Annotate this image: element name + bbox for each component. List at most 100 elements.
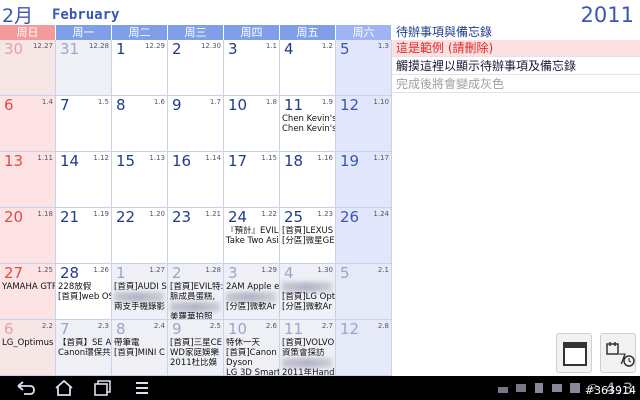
day-cell[interactable]: 25 1.23 [首頁]LEXUS [分區]微星GE: [280, 208, 336, 264]
day-cell[interactable]: 27 1.25 YAMAHA GTR: [0, 264, 56, 320]
day-number: 7: [60, 320, 70, 338]
event-entry[interactable]: LG 3D Smart: [226, 368, 279, 375]
event-entry[interactable]: [分區]微軟Ar: [226, 302, 279, 312]
todo-item[interactable]: 完成後將會變成灰色: [392, 76, 640, 93]
event-entry[interactable]: 兩支手機錄影: [114, 302, 167, 312]
add-todo-button[interactable]: 7: [600, 333, 636, 373]
menu-button[interactable]: [130, 378, 154, 398]
day-cell[interactable]: 14 1.12: [56, 152, 112, 208]
day-cell[interactable]: 4 1.2: [280, 40, 336, 96]
event-entry[interactable]: 特休一天: [226, 338, 279, 348]
year-label[interactable]: 2011: [581, 3, 634, 27]
recent-apps-button[interactable]: [90, 378, 114, 398]
event-entry[interactable]: 脈成員蛋糕,: [170, 292, 223, 302]
month-label[interactable]: 2月: [2, 1, 33, 28]
event-entry[interactable]: WD家庭娛樂: [170, 348, 223, 358]
day-cell[interactable]: 7 2.3 【首頁】SE A Canon環保共: [56, 320, 112, 376]
day-cell[interactable]: 2 12.30: [168, 40, 224, 96]
day-cell[interactable]: 22 1.20: [112, 208, 168, 264]
view-toggle-button[interactable]: [556, 333, 592, 373]
back-button[interactable]: [14, 378, 38, 398]
day-cell[interactable]: 5 2.1: [336, 264, 392, 320]
lunar-date: 1.13: [149, 154, 165, 162]
day-cell[interactable]: 6 2.2 LG_Optimus: [0, 320, 56, 376]
event-entry[interactable]: YAMAHA GTR: [2, 282, 55, 292]
day-cell[interactable]: 21 1.19: [56, 208, 112, 264]
day-number: 5: [340, 40, 350, 58]
day-cell[interactable]: 11 1.9 Chen Kevin's Chen Kevin's: [280, 96, 336, 152]
lunar-date: 1.2: [321, 42, 333, 50]
event-entry[interactable]: 『預計』EVIL: [226, 226, 279, 236]
day-cell[interactable]: 26 1.24: [336, 208, 392, 264]
day-cell[interactable]: 18 1.16: [280, 152, 336, 208]
day-cell[interactable]: 5 1.3: [336, 40, 392, 96]
day-number: 4: [284, 264, 294, 282]
event-entry[interactable]: 帶筆電: [114, 338, 167, 348]
event-entry[interactable]: Dyson: [226, 358, 279, 368]
event-entry[interactable]: [分區]微軟Ar: [282, 302, 335, 312]
day-cell[interactable]: 17 1.15: [224, 152, 280, 208]
day-cell[interactable]: 3 1.1: [224, 40, 280, 96]
event-entry[interactable]: 【首頁】SE A: [58, 338, 111, 348]
event-entry[interactable]: Take Two Asi: [226, 236, 279, 246]
day-cell[interactable]: 8 1.6: [112, 96, 168, 152]
todo-item[interactable]: 這是範例 (請刪除): [392, 40, 640, 57]
day-cell[interactable]: 1 12.29: [112, 40, 168, 96]
day-cell[interactable]: 23 1.21: [168, 208, 224, 264]
weekday-header-0: 周日: [0, 25, 56, 40]
event-entry[interactable]: Canon環保共: [58, 348, 111, 358]
day-cell[interactable]: 12 1.10: [336, 96, 392, 152]
day-cell[interactable]: 6 1.4: [0, 96, 56, 152]
day-cell[interactable]: 15 1.13: [112, 152, 168, 208]
day-cell[interactable]: 12 2.8: [336, 320, 392, 376]
day-cell[interactable]: 2 1.28 [首頁]EVIL特: 脈成員蛋糕, 美羅華拍照: [168, 264, 224, 320]
event-entry[interactable]: [分區]微星GE: [282, 236, 335, 246]
day-cell[interactable]: 16 1.14: [168, 152, 224, 208]
day-cell[interactable]: 1 1.27 [首頁]AUDI S 兩支手機錄影: [112, 264, 168, 320]
event-entry[interactable]: 2011杜比娛: [170, 358, 223, 368]
day-cell[interactable]: 11 2.7 [首頁]VOLVO 資策會採訪 2011年Hand: [280, 320, 336, 376]
event-entry[interactable]: [首頁]MINI C: [114, 348, 167, 358]
event-entry[interactable]: Chen Kevin's: [282, 124, 335, 134]
day-cell[interactable]: 9 1.7: [168, 96, 224, 152]
recent-apps-icon: [94, 380, 111, 396]
event-entry[interactable]: Chen Kevin's: [282, 114, 335, 124]
day-number: 9: [172, 320, 182, 338]
event-entry[interactable]: [首頁]三星CE: [170, 338, 223, 348]
event-entry[interactable]: 2011年Hand: [282, 368, 335, 375]
day-cell[interactable]: 9 2.5 [首頁]三星CE WD家庭娛樂 2011杜比娛: [168, 320, 224, 376]
day-cell[interactable]: 3 1.29 2AM Apple e [分區]微軟Ar: [224, 264, 280, 320]
day-cell[interactable]: 31 12.28: [56, 40, 112, 96]
day-cell[interactable]: 28 1.26 228放假 [首頁]web OS: [56, 264, 112, 320]
day-cell[interactable]: 13 1.11: [0, 152, 56, 208]
day-cell[interactable]: 20 1.18: [0, 208, 56, 264]
event-entry[interactable]: 資策會採訪: [282, 348, 335, 358]
event-entry[interactable]: [首頁]VOLVO: [282, 338, 335, 348]
day-cell[interactable]: 30 12.27: [0, 40, 56, 96]
todo-item[interactable]: 觸摸這裡以顯示待辦事項及備忘錄: [392, 58, 640, 75]
lunar-date: 1.1: [265, 42, 277, 50]
day-number: 9: [172, 96, 182, 114]
home-button[interactable]: [52, 378, 76, 398]
day-cell[interactable]: 10 2.6 特休一天 [首頁]Canon Dyson LG 3D Smart: [224, 320, 280, 376]
event-entry[interactable]: [首頁]AUDI S: [114, 282, 167, 292]
event-entry[interactable]: 228放假: [58, 282, 111, 292]
day-cell[interactable]: 8 2.4 帶筆電 [首頁]MINI C: [112, 320, 168, 376]
event-entry[interactable]: [首頁]Canon: [226, 348, 279, 358]
event-entry[interactable]: [首頁]EVIL特:: [170, 282, 223, 292]
day-number: 3: [228, 264, 238, 282]
event-entry[interactable]: LG_Optimus: [2, 338, 55, 348]
day-cell[interactable]: 10 1.8: [224, 96, 280, 152]
lunar-date: 1.29: [261, 266, 277, 274]
day-cell[interactable]: 4 1.30 [首頁]LG Opt [分區]微軟Ar: [280, 264, 336, 320]
event-entry[interactable]: [首頁]LG Opt: [282, 292, 335, 302]
day-cell[interactable]: 19 1.17: [336, 152, 392, 208]
day-number: 8: [116, 96, 126, 114]
day-cell[interactable]: 24 1.22 『預計』EVIL Take Two Asi: [224, 208, 280, 264]
event-entry[interactable]: [首頁]LEXUS: [282, 226, 335, 236]
event-entry[interactable]: 2AM Apple e: [226, 282, 279, 292]
day-cell[interactable]: 7 1.5: [56, 96, 112, 152]
event-entry[interactable]: 美羅華拍照: [170, 312, 223, 319]
day-number: 12: [340, 96, 360, 114]
event-entry[interactable]: [首頁]web OS: [58, 292, 111, 302]
